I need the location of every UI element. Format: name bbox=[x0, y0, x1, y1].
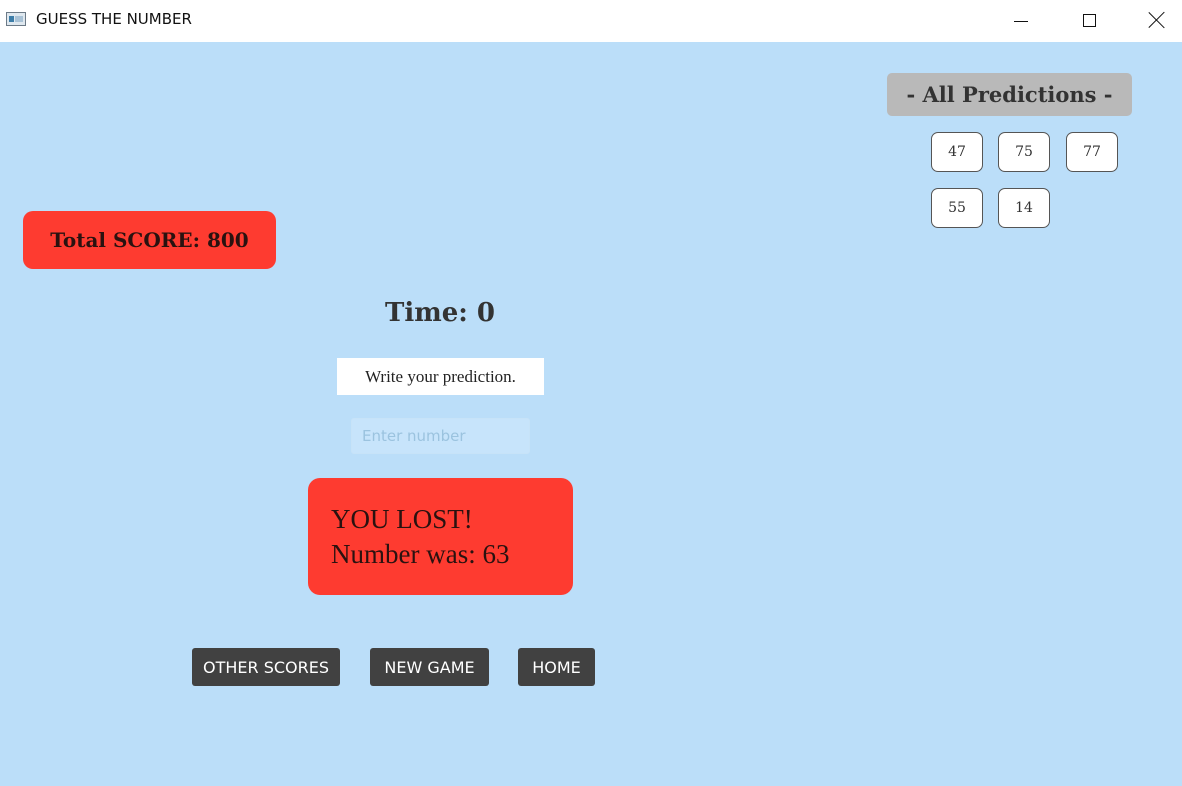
total-score-badge: Total SCORE: 800 bbox=[23, 211, 276, 269]
prediction-chip: 55 bbox=[931, 188, 983, 228]
title-bar: GUESS THE NUMBER bbox=[0, 0, 1182, 42]
result-answer: Number was: 63 bbox=[331, 539, 510, 569]
maximize-button[interactable] bbox=[1066, 0, 1112, 40]
app-icon bbox=[6, 12, 26, 26]
result-status: YOU LOST! bbox=[331, 504, 473, 534]
number-input[interactable] bbox=[351, 418, 530, 454]
minimize-button[interactable] bbox=[998, 0, 1044, 40]
window-title: GUESS THE NUMBER bbox=[36, 10, 192, 28]
prediction-chip: 75 bbox=[998, 132, 1050, 172]
prediction-chip: 47 bbox=[931, 132, 983, 172]
minimize-icon bbox=[1014, 20, 1028, 22]
home-button[interactable]: HOME bbox=[518, 648, 595, 686]
result-message: YOU LOST! Number was: 63 bbox=[308, 478, 573, 595]
game-area: Total SCORE: 800 - All Predictions - 47 … bbox=[0, 42, 1182, 786]
new-game-button[interactable]: NEW GAME bbox=[370, 648, 489, 686]
maximize-icon bbox=[1082, 13, 1096, 27]
prediction-chip: 14 bbox=[998, 188, 1050, 228]
prediction-chip: 77 bbox=[1066, 132, 1118, 172]
close-icon bbox=[1148, 11, 1166, 29]
instruction-label: Write your prediction. bbox=[337, 358, 544, 395]
other-scores-button[interactable]: OTHER SCORES bbox=[192, 648, 340, 686]
close-button[interactable] bbox=[1134, 0, 1180, 40]
timer-label: Time: 0 bbox=[384, 298, 496, 328]
predictions-header: - All Predictions - bbox=[887, 73, 1132, 116]
